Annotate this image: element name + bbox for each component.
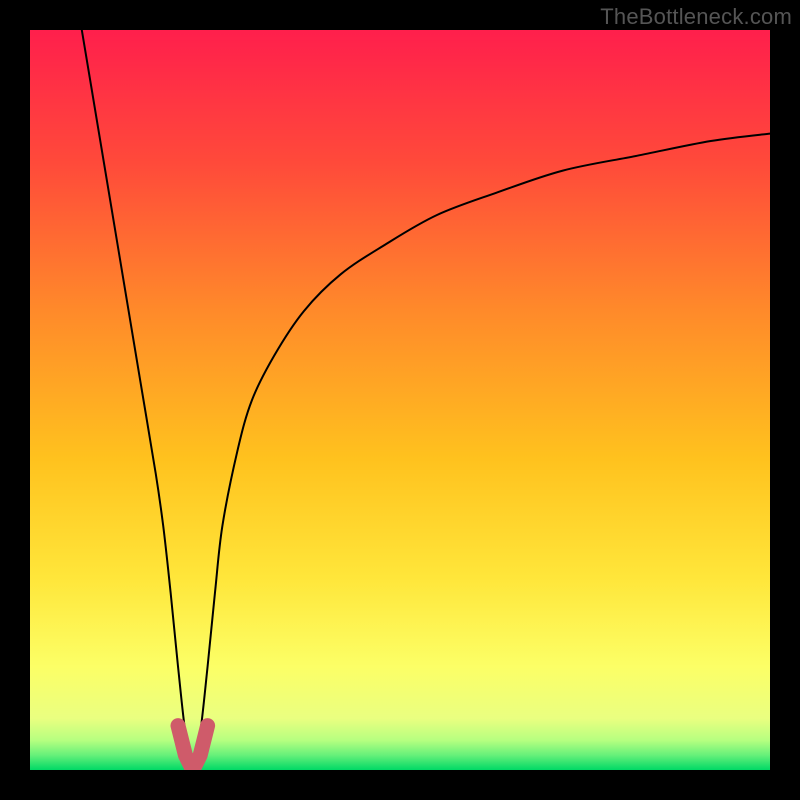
curve-layer <box>30 30 770 770</box>
chart-frame: TheBottleneck.com <box>0 0 800 800</box>
bottleneck-curve <box>82 30 770 770</box>
plot-area <box>30 30 770 770</box>
watermark-text: TheBottleneck.com <box>600 4 792 30</box>
minimum-marker <box>178 726 208 770</box>
